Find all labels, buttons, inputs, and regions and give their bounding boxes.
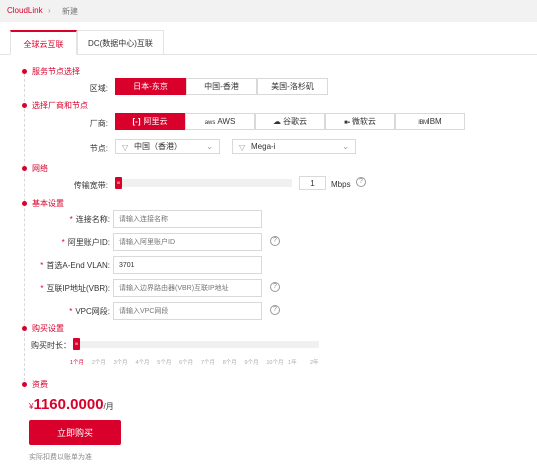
node-datacenter-select-value: Mega-i	[251, 142, 276, 151]
section-title-vendor-node: 选择厂商和节点	[32, 101, 88, 110]
aliyun-icon: [-]	[132, 117, 141, 126]
section-timeline-line	[24, 69, 25, 386]
vendor-option-label: 谷歌云	[283, 117, 307, 126]
purchase-duration-tick[interactable]: 9个月	[245, 358, 259, 366]
vendor-label: 厂商:	[89, 119, 108, 128]
filter-icon: ▽	[239, 143, 246, 152]
bandwidth-input[interactable]	[299, 176, 326, 190]
node-region-select[interactable]: ▽ 中国（香港） ⌄	[115, 139, 220, 154]
section-marker-dot	[22, 201, 27, 206]
aliyun-account-id-label: * 阿里账户ID:	[61, 238, 110, 247]
region-option-losangeles[interactable]: 美国-洛杉矶	[257, 78, 328, 95]
region-label: 区域:	[89, 84, 108, 93]
price-period: /月	[103, 402, 114, 411]
purchase-duration-slider-handle[interactable]: III	[73, 338, 80, 350]
microsoft-icon: ■▪	[344, 120, 350, 126]
aliyun-account-id-input[interactable]	[113, 233, 262, 251]
vendor-option-label: IBM	[427, 117, 442, 126]
node-label: 节点:	[89, 144, 108, 153]
top-bar	[0, 0, 537, 22]
purchase-duration-tick[interactable]: 7个月	[201, 358, 215, 366]
price-amount: 1160.0000	[33, 396, 104, 413]
section-marker-dot	[22, 326, 27, 331]
a-end-vlan-label: * 首选A-End VLAN:	[40, 261, 110, 270]
purchase-duration-tick[interactable]: 2个月	[92, 358, 106, 366]
vbr-ip-label: * 互联IP地址(VBR):	[40, 284, 110, 293]
vendor-option-ibm[interactable]: IBMIBM	[395, 113, 465, 130]
section-title-service-node: 服务节点选择	[32, 67, 80, 76]
section-title-fee: 资费	[32, 380, 48, 389]
vendor-option-azure[interactable]: ■▪ 微软云	[325, 113, 395, 130]
vpc-cidr-input[interactable]	[113, 302, 262, 320]
purchase-duration-slider-track[interactable]	[73, 341, 319, 348]
purchase-duration-tick[interactable]: 6个月	[179, 358, 193, 366]
bandwidth-slider-handle[interactable]: III	[115, 177, 122, 189]
vendor-option-aws[interactable]: aws AWS	[185, 113, 255, 130]
section-marker-dot	[22, 166, 27, 171]
bandwidth-label: 传输宽带:	[73, 181, 108, 190]
section-marker-dot	[22, 103, 27, 108]
a-end-vlan-input[interactable]	[113, 256, 262, 274]
vbr-ip-input[interactable]	[113, 279, 262, 297]
purchase-duration-tick[interactable]: 1个月	[70, 358, 84, 366]
section-marker-dot	[22, 69, 27, 74]
buy-now-button[interactable]: 立即购买	[29, 420, 121, 445]
filter-icon: ▽	[122, 143, 129, 152]
breadcrumb-brand-link[interactable]: CloudLink	[7, 6, 43, 15]
section-marker-dot	[22, 382, 27, 387]
help-icon[interactable]: ?	[356, 177, 366, 187]
chevron-down-icon: ⌄	[342, 142, 349, 151]
section-title-network: 网络	[32, 164, 48, 173]
vendor-option-aliyun[interactable]: [-] 阿里云	[115, 113, 185, 130]
vpc-cidr-label: * VPC网段:	[69, 307, 110, 316]
tab-dc-interconnect[interactable]: DC(数据中心)互联	[77, 30, 164, 55]
purchase-duration-tick[interactable]: 2年	[310, 358, 319, 366]
purchase-duration-label: 购买时长：	[31, 341, 71, 350]
chevron-right-icon: ›	[48, 6, 51, 15]
purchase-duration-tick[interactable]: 3个月	[114, 358, 128, 366]
region-option-hongkong[interactable]: 中国-香港	[186, 78, 257, 95]
region-option-tokyo[interactable]: 日本-东京	[115, 78, 186, 95]
price-display: ¥1160.0000/月	[29, 396, 114, 413]
billing-note: 实际扣费以账单为准	[29, 454, 92, 461]
vendor-option-label: 阿里云	[143, 117, 168, 126]
purchase-duration-tick[interactable]: 5个月	[157, 358, 171, 366]
node-region-select-value: 中国（香港）	[134, 142, 182, 151]
purchase-duration-tick[interactable]: 1年	[288, 358, 297, 366]
connection-name-label: * 连接名称:	[69, 215, 110, 224]
breadcrumb-current-page: 新建	[62, 7, 78, 16]
chevron-down-icon: ⌄	[206, 142, 213, 151]
help-icon[interactable]: ?	[270, 305, 280, 315]
help-icon[interactable]: ?	[270, 282, 280, 292]
bandwidth-slider-track[interactable]	[115, 179, 292, 187]
tab-global-cloud-interconnect[interactable]: 全球云互联	[10, 30, 77, 55]
purchase-duration-tick[interactable]: 8个月	[223, 358, 237, 366]
connection-name-input[interactable]	[113, 210, 262, 228]
section-title-basic-settings: 基本设置	[32, 199, 64, 208]
vendor-option-google-cloud[interactable]: ☁ 谷歌云	[255, 113, 325, 130]
purchase-duration-tick[interactable]: 10个月	[266, 358, 283, 366]
aws-icon: aws	[204, 120, 216, 126]
vendor-option-label: 微软云	[351, 117, 376, 126]
purchase-duration-tick[interactable]: 4个月	[135, 358, 149, 366]
help-icon[interactable]: ?	[270, 236, 280, 246]
node-datacenter-select[interactable]: ▽ Mega-i ⌄	[232, 139, 356, 154]
google-cloud-icon: ☁	[273, 117, 281, 126]
section-title-purchase: 购买设置	[32, 324, 64, 333]
vendor-option-label: AWS	[217, 117, 236, 126]
bandwidth-unit: Mbps	[331, 180, 351, 189]
